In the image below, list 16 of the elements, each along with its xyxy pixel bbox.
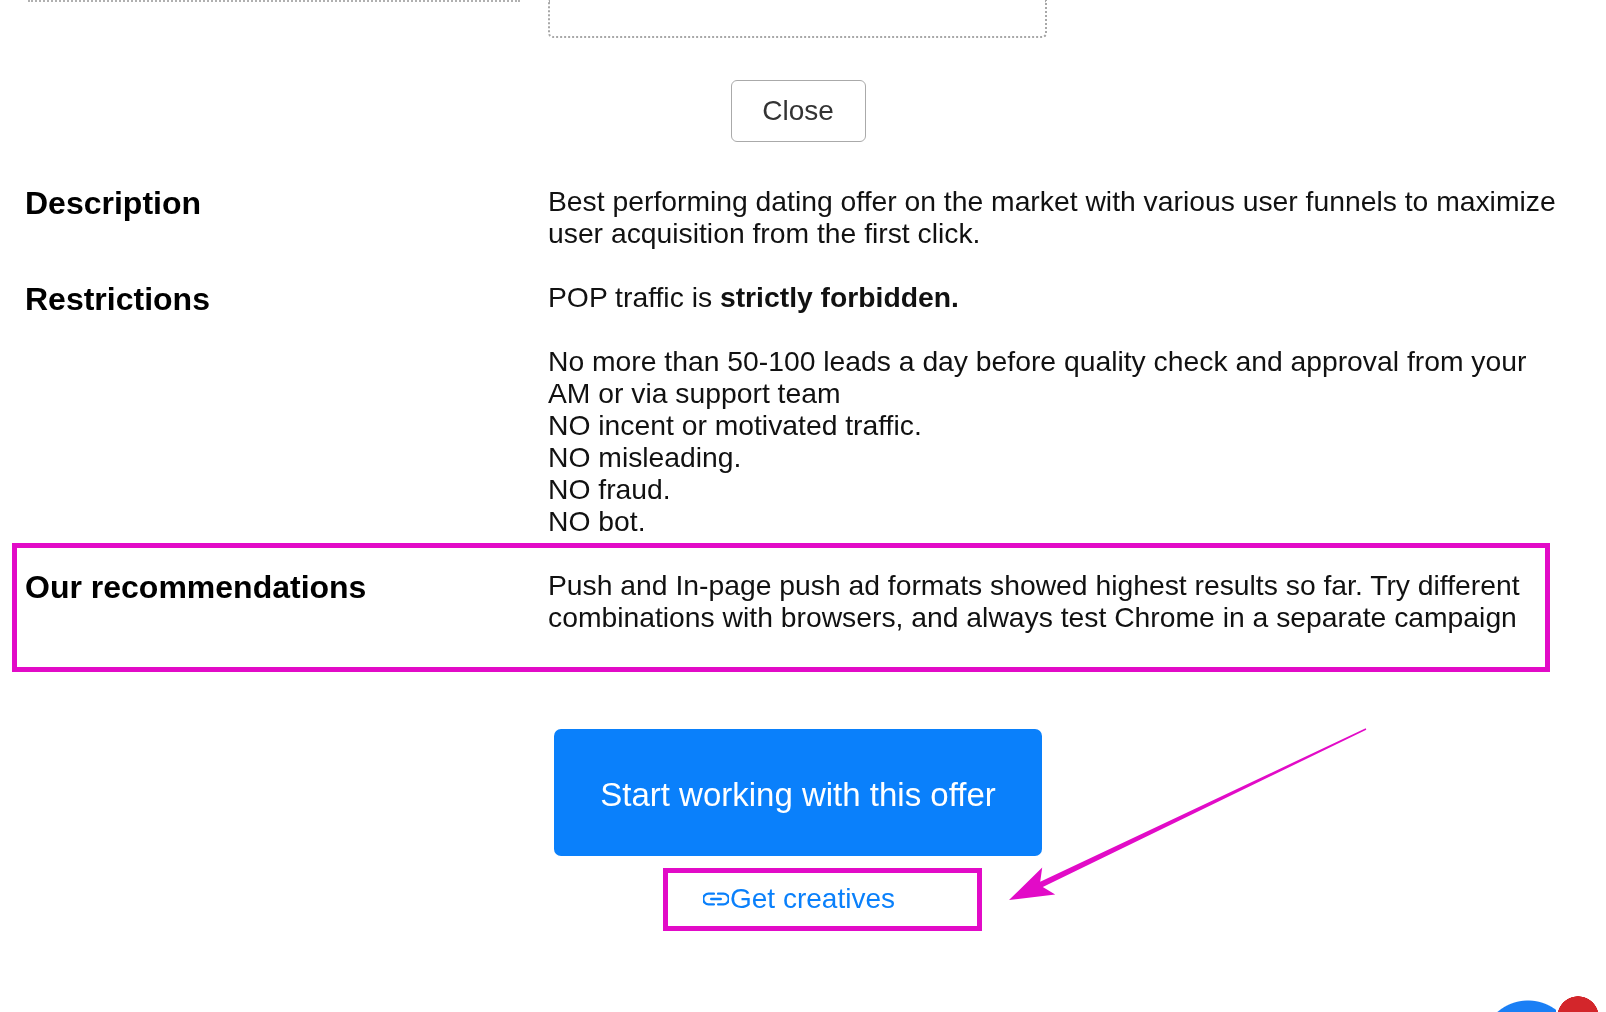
section-text: NO bot. <box>548 505 647 537</box>
section-text: POP traffic is strictly forbidden. <box>548 281 960 313</box>
section-text: NO fraud. <box>548 473 672 505</box>
section-text: Push and In-page push ad formats showed highest results so far. Try different combinations with browsers, and always test Chrome in a separate campaign <box>548 569 1521 633</box>
section-label: Restrictions <box>25 281 211 319</box>
section-label: Our recommendations <box>25 569 368 607</box>
text-area-field[interactable] <box>548 0 1047 38</box>
get-creatives-link[interactable]: Get creatives <box>703 883 895 915</box>
section-label: Description <box>25 185 203 223</box>
link-icon <box>703 892 729 906</box>
close-button[interactable]: Close <box>730 80 866 142</box>
section-text: NO misleading. <box>548 441 743 473</box>
section-text: Best performing dating offer on the market with various user funnels to maximize user acquisition from the first click. <box>548 185 1557 249</box>
section-text: NO incent or motivated traffic. <box>548 409 923 441</box>
section-text: No more than 50-100 leads a day before quality check and approval from your AM or via support team <box>548 345 1528 409</box>
start-offer-button[interactable]: Start working with this offer <box>554 729 1042 856</box>
